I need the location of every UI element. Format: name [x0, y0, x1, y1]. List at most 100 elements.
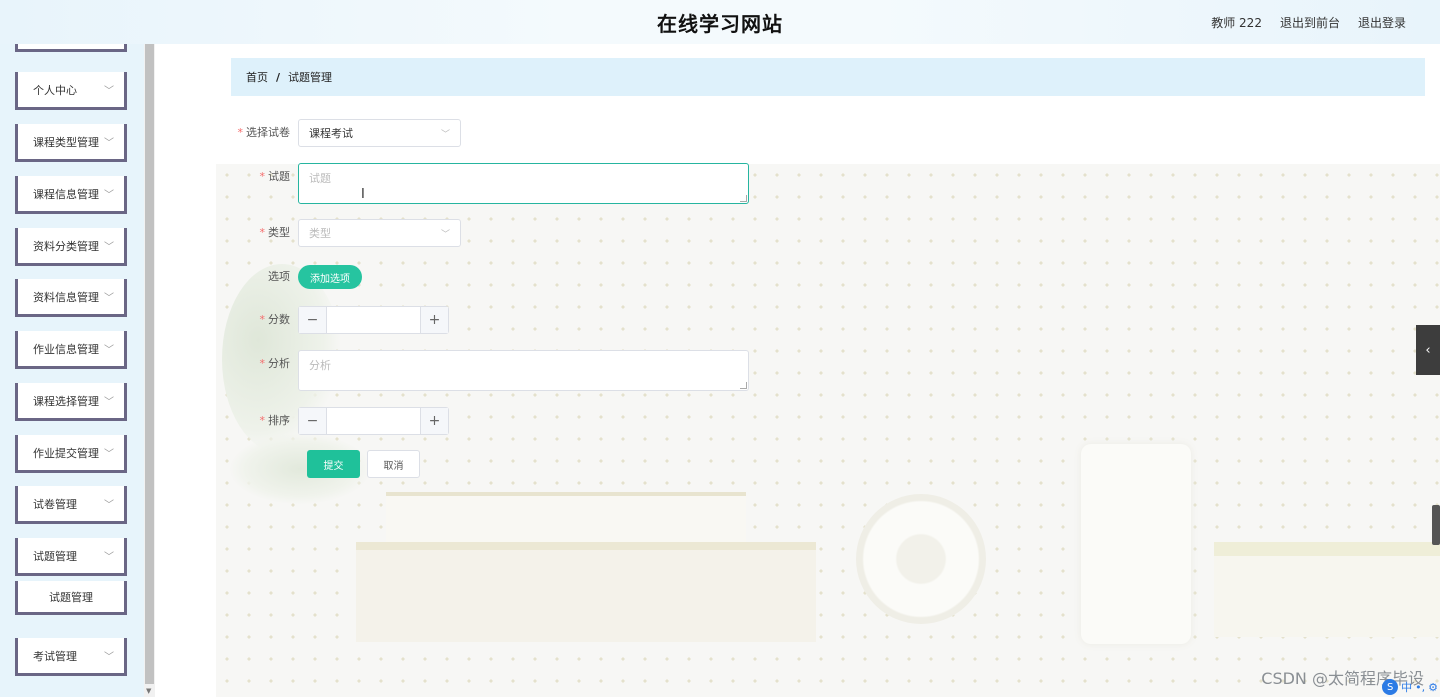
box-decoration — [1214, 542, 1440, 637]
sidebar-item-label: 作业信息管理 — [33, 342, 99, 356]
order-label-text: 排序 — [268, 414, 290, 427]
order-decrease-button[interactable]: − — [299, 408, 327, 434]
breadcrumb-home[interactable]: 首页 — [246, 69, 268, 85]
form-row-analysis: * 分析 分析 — [231, 350, 749, 391]
sidebar-item-material-info[interactable]: 资料信息管理 ﹀ — [15, 279, 127, 317]
sidebar-item-label: 资料信息管理 — [33, 290, 99, 304]
breadcrumb-separator: / — [276, 70, 281, 84]
sidebar-item-label: 作业提交管理 — [33, 446, 99, 460]
analysis-textarea[interactable]: 分析 — [298, 350, 749, 391]
score-decrease-button[interactable]: − — [299, 307, 327, 333]
paper-label-text: 选择试卷 — [246, 126, 290, 139]
sidebar-item-homework-submit[interactable]: 作业提交管理 ﹀ — [15, 435, 127, 473]
text-cursor-icon: I — [361, 187, 365, 202]
chevron-down-icon: ﹀ — [104, 86, 114, 97]
type-label: * 类型 — [231, 219, 298, 247]
right-edge-scroll-indicator[interactable] — [1432, 505, 1440, 545]
breadcrumb: 首页 / 试题管理 — [231, 58, 1425, 96]
pedestal-decoration — [356, 542, 816, 642]
chevron-down-icon: ﹀ — [104, 138, 114, 149]
question-placeholder: 试题 — [309, 172, 331, 185]
ime-chinese-icon[interactable]: 中 — [1401, 679, 1412, 695]
form-row-options: 选项 添加选项 — [231, 263, 362, 291]
sidebar-item-course-selection[interactable]: 课程选择管理 ﹀ — [15, 383, 127, 421]
chevron-down-icon: ﹀ — [104, 500, 114, 511]
cancel-button[interactable]: 取消 — [367, 450, 420, 478]
sidebar-subitem-label: 试题管理 — [49, 590, 93, 604]
required-mark: * — [259, 414, 266, 427]
sidebar-subitem-question-manage[interactable]: 试题管理 — [15, 581, 127, 615]
ime-toolbar[interactable]: S 中 •, ⚙ — [1382, 679, 1438, 695]
order-label: * 排序 — [231, 407, 298, 435]
header-actions: 教师 222 退出到前台 退出登录 — [1211, 0, 1406, 44]
chevron-down-icon: ﹀ — [104, 552, 114, 563]
scroll-down-arrow-icon[interactable]: ▼ — [146, 687, 151, 695]
chevron-down-icon: ﹀ — [104, 242, 114, 253]
sidebar-item-label: 试题管理 — [33, 549, 77, 563]
sidebar-item-label: 试卷管理 — [33, 497, 77, 511]
score-stepper[interactable]: − + — [298, 306, 449, 334]
sidebar-item-label: 个人中心 — [33, 83, 77, 97]
sidebar-item-exam[interactable]: 考试管理 ﹀ — [15, 638, 127, 676]
sidebar-item-question[interactable]: 试题管理 ﹀ — [15, 538, 127, 576]
required-mark: * — [237, 126, 244, 139]
analysis-label: * 分析 — [231, 350, 298, 378]
score-input[interactable] — [327, 307, 420, 333]
exit-front-link[interactable]: 退出到前台 — [1280, 14, 1340, 31]
analysis-label-text: 分析 — [268, 357, 290, 370]
ime-logo-icon[interactable]: S — [1382, 679, 1399, 695]
chevron-down-icon: ﹀ — [104, 652, 114, 663]
score-label: * 分数 — [231, 306, 298, 334]
form-row-order: * 排序 − + — [231, 407, 449, 435]
sidebar-item-course-info[interactable]: 课程信息管理 ﹀ — [15, 176, 127, 214]
form-row-paper: * 选择试卷 课程考试 ﹀ — [231, 119, 461, 147]
logout-link[interactable]: 退出登录 — [1358, 14, 1406, 31]
sidebar-item-label: 考试管理 — [33, 649, 77, 663]
ime-punct-icon[interactable]: •, — [1415, 681, 1425, 694]
question-textarea[interactable]: 试题 I — [298, 163, 749, 204]
ime-settings-icon[interactable]: ⚙ — [1428, 681, 1438, 694]
type-select-placeholder: 类型 — [309, 227, 331, 240]
collapse-panel-tab[interactable]: ‹ — [1416, 325, 1440, 375]
paper-select[interactable]: 课程考试 ﹀ — [298, 119, 461, 147]
sidebar-item-cut-top[interactable] — [15, 44, 127, 52]
chevron-down-icon: ﹀ — [440, 229, 450, 240]
order-input[interactable] — [327, 408, 420, 434]
sidebar-item-material-category[interactable]: 资料分类管理 ﹀ — [15, 228, 127, 266]
chevron-down-icon: ﹀ — [104, 293, 114, 304]
chevron-down-icon: ﹀ — [104, 449, 114, 460]
type-select[interactable]: 类型 ﹀ — [298, 219, 461, 247]
paper-select-value: 课程考试 — [309, 127, 353, 140]
add-option-button[interactable]: 添加选项 — [298, 265, 362, 289]
options-label: 选项 — [268, 270, 290, 283]
sidebar-item-homework-info[interactable]: 作业信息管理 ﹀ — [15, 331, 127, 369]
sidebar-item-label: 课程类型管理 — [33, 135, 99, 149]
main-content: 首页 / 试题管理 * 选择试卷 课程考试 ﹀ * 试题 试题 I * 类型 类型 ﹀… — [155, 44, 1440, 697]
required-mark: * — [259, 357, 266, 370]
question-label: * 试题 — [231, 163, 298, 191]
chevron-down-icon: ﹀ — [104, 190, 114, 201]
order-stepper[interactable]: − + — [298, 407, 449, 435]
required-mark: * — [259, 226, 266, 239]
form-row-type: * 类型 类型 ﹀ — [231, 219, 461, 247]
chevron-down-icon: ﹀ — [104, 397, 114, 408]
form-row-question: * 试题 试题 I — [231, 163, 749, 204]
scrollbar-thumb[interactable] — [145, 44, 154, 684]
submit-button[interactable]: 提交 — [307, 450, 360, 478]
sidebar-item-label: 课程选择管理 — [33, 394, 99, 408]
required-mark: * — [259, 170, 266, 183]
sidebar-item-course-type[interactable]: 课程类型管理 ﹀ — [15, 124, 127, 162]
sidebar-item-personal-center[interactable]: 个人中心 ﹀ — [15, 72, 127, 110]
sidebar-item-paper[interactable]: 试卷管理 ﹀ — [15, 486, 127, 524]
score-increase-button[interactable]: + — [420, 307, 448, 333]
paper-label: * 选择试卷 — [231, 119, 298, 147]
type-label-text: 类型 — [268, 226, 290, 239]
form-actions: 提交 取消 — [307, 450, 420, 478]
resize-handle-icon[interactable] — [740, 382, 747, 389]
chevron-left-icon: ‹ — [1425, 342, 1431, 358]
top-header: 在线学习网站 教师 222 退出到前台 退出登录 — [0, 0, 1440, 44]
sidebar-scrollbar[interactable]: ▼ — [144, 44, 155, 697]
resize-handle-icon[interactable] — [740, 195, 747, 202]
order-increase-button[interactable]: + — [420, 408, 448, 434]
required-mark: * — [259, 313, 266, 326]
